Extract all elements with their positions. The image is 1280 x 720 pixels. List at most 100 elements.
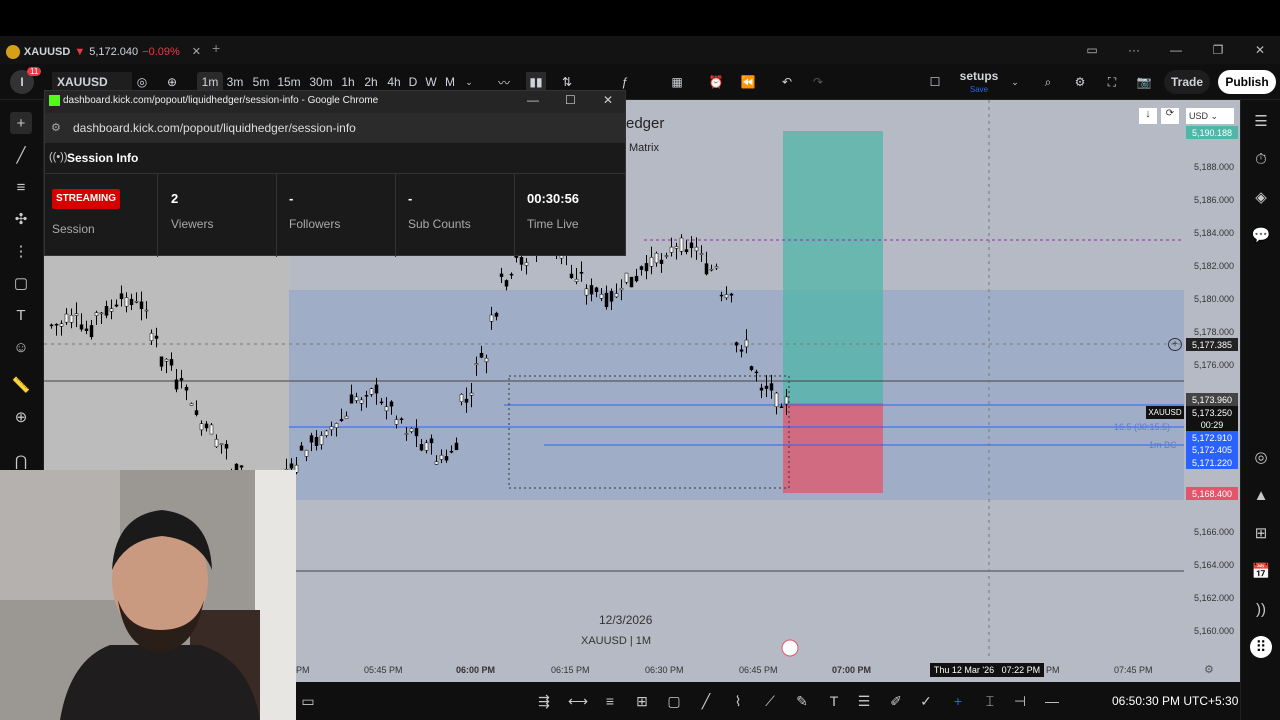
brush-tool-icon[interactable]: ✎ <box>792 691 812 711</box>
search-icon[interactable]: ⌕ <box>1038 72 1058 92</box>
forecast-tool-icon[interactable]: ⊣ <box>1010 691 1030 711</box>
redo-icon[interactable]: ↷ <box>808 72 828 92</box>
trade-button[interactable]: Trade <box>1164 70 1210 94</box>
broadcast-panel-icon[interactable]: )) <box>1250 598 1272 620</box>
fullscreen-icon[interactable]: ⛶ <box>1102 72 1122 92</box>
compare-icon[interactable]: ⇅ <box>557 72 577 92</box>
line-tool-icon[interactable]: ╱ <box>696 691 716 711</box>
ray-tool-icon[interactable]: ⟷ <box>568 691 588 711</box>
measure-bottom-icon[interactable]: ⌶ <box>980 691 1000 711</box>
text-tool-bottom-icon[interactable]: T <box>824 691 844 711</box>
rect-tool-icon[interactable]: ▢ <box>664 691 684 711</box>
cross-tool-icon[interactable]: + <box>948 691 968 711</box>
shapes-tool-icon[interactable]: ▢ <box>10 272 32 294</box>
symbol-tab[interactable]: XAUUSD ▼ 5,172.040 −0.09% ✕ <box>6 39 201 64</box>
settings-icon[interactable]: ⚙ <box>1070 72 1090 92</box>
popup-maximize-icon[interactable]: ☐ <box>565 93 576 107</box>
candles-icon[interactable]: ▮▮ <box>526 72 546 92</box>
time-label: PM <box>296 665 310 675</box>
emoji-tool-icon[interactable]: ☺ <box>10 336 32 358</box>
new-tab-icon[interactable]: + <box>212 40 220 56</box>
fib-bottom-icon[interactable]: ☰ <box>854 691 874 711</box>
add-symbol-icon[interactable]: ⊕ <box>164 72 180 92</box>
minimize-icon[interactable]: — <box>1156 36 1196 64</box>
add-alert-icon[interactable]: + <box>1168 338 1182 351</box>
hlines-tool-icon[interactable]: ≡ <box>600 691 620 711</box>
interval-30m[interactable]: 30m <box>309 72 332 92</box>
interval-5m[interactable]: 5m <box>252 72 270 92</box>
hline-tool-icon[interactable]: — <box>1042 691 1062 711</box>
calendar-panel-icon[interactable] <box>1250 522 1272 544</box>
close-window-icon[interactable]: ✕ <box>1240 36 1280 64</box>
candle-body <box>459 394 464 402</box>
interval-1m[interactable]: 1m <box>197 72 223 92</box>
undo-icon[interactable]: ↶ <box>777 72 797 92</box>
lightning-icon[interactable] <box>781 639 799 657</box>
apps-grid-icon[interactable]: ⠿ <box>1250 636 1272 658</box>
layout-dropdown-icon[interactable]: ⌄ <box>1008 72 1022 92</box>
replay-icon[interactable]: ⏪ <box>738 72 758 92</box>
prediction-tool-icon[interactable]: ⋮ <box>10 240 32 262</box>
indicators-icon[interactable]: ƒ <box>615 72 635 92</box>
popup-url[interactable]: dashboard.kick.com/popout/liquidhedger/s… <box>73 121 356 135</box>
interval-d[interactable]: D <box>408 72 418 92</box>
trend-tool-icon[interactable]: ⟋ <box>760 691 780 711</box>
popup-close-icon[interactable]: ✕ <box>603 93 613 107</box>
zoom-tool-icon[interactable]: ⊕ <box>10 406 32 428</box>
currency-select[interactable]: USD ⌄ <box>1186 108 1234 124</box>
ideas-panel-icon[interactable]: ▲ <box>1250 484 1272 506</box>
magnet-tool-icon[interactable]: ⋂ <box>10 450 32 472</box>
axis-settings-icon[interactable]: ⚙ <box>1204 663 1214 676</box>
popup-minimize-icon[interactable]: — <box>527 93 539 107</box>
watchlist-icon[interactable]: ◎ <box>134 72 150 92</box>
highlighter-icon[interactable]: ✓ <box>916 691 936 711</box>
watchlist-panel-icon[interactable]: ☰ <box>1250 110 1272 132</box>
candle-body <box>314 437 319 446</box>
crosshair-tool-icon[interactable]: + <box>10 112 32 134</box>
publish-button[interactable]: Publish <box>1218 70 1276 94</box>
camera-icon[interactable]: 📷 <box>1134 72 1154 92</box>
right-sidebar: ☰ ⏱ ◈ 💬 ◎ ▲ ⊞ 📅 )) ⠿ <box>1240 100 1280 720</box>
candle-body <box>324 430 329 436</box>
scroll-down-icon[interactable]: ↓ <box>1139 108 1157 124</box>
alert-icon[interactable]: ⏰ <box>706 72 726 92</box>
alerts-panel-icon[interactable]: ⏱ <box>1250 148 1272 170</box>
layout-icon[interactable]: ▭ <box>1072 36 1112 64</box>
interval-3m[interactable]: 3m <box>226 72 244 92</box>
chat-panel-icon[interactable]: 💬 <box>1250 224 1272 246</box>
more-icon[interactable]: ··· <box>1114 36 1154 64</box>
interval-dropdown-icon[interactable]: ⌄ <box>463 72 475 92</box>
clock[interactable]: 06:50:30 PM UTC+5:30 <box>1112 694 1238 708</box>
layout-square-icon[interactable]: ☐ <box>925 72 945 92</box>
grid-tool-icon[interactable]: ⊞ <box>632 691 652 711</box>
price-axis[interactable]: USD ⌄ 5,190.188 5,188.000 5,186.000 5,18… <box>1184 100 1240 658</box>
close-tab-icon[interactable]: ✕ <box>192 45 201 58</box>
interval-4h[interactable]: 4h <box>386 72 402 92</box>
object-tree-icon[interactable]: ◈ <box>1250 186 1272 208</box>
symbol-search[interactable]: XAUUSD <box>52 72 132 92</box>
news-panel-icon[interactable]: 📅 <box>1250 560 1272 582</box>
pencil-tool-icon[interactable]: ✐ <box>886 691 906 711</box>
calendar-icon[interactable]: ▭ <box>298 691 318 711</box>
interval-1h[interactable]: 1h <box>340 72 356 92</box>
path-tool-icon[interactable]: ⌇ <box>728 691 748 711</box>
interval-2h[interactable]: 2h <box>363 72 379 92</box>
layout-name[interactable]: setups <box>958 68 1000 84</box>
interval-15m[interactable]: 15m <box>277 72 300 92</box>
popup-address-bar[interactable]: ⚙ dashboard.kick.com/popout/liquidhedger… <box>45 113 625 143</box>
layout-save-status[interactable]: Save <box>958 84 1000 94</box>
auto-scale-icon[interactable]: ⟳ <box>1161 108 1179 124</box>
trendline-tool-icon[interactable]: ╱ <box>10 144 32 166</box>
pointer-tool-icon[interactable]: ⇶ <box>534 691 554 711</box>
line-chart-icon[interactable]: 〰 <box>494 72 514 92</box>
pattern-tool-icon[interactable]: ✣ <box>10 208 32 230</box>
measure-tool-icon[interactable]: 📏 <box>10 374 32 396</box>
site-info-icon[interactable]: ⚙ <box>51 121 61 134</box>
restore-icon[interactable]: ❐ <box>1198 36 1238 64</box>
templates-icon[interactable]: ▦ <box>667 72 687 92</box>
interval-m[interactable]: M <box>444 72 456 92</box>
signal-panel-icon[interactable]: ◎ <box>1250 446 1272 468</box>
fib-tool-icon[interactable]: ≡ <box>10 176 32 198</box>
text-tool-icon[interactable]: T <box>10 304 32 326</box>
interval-w[interactable]: W <box>425 72 437 92</box>
